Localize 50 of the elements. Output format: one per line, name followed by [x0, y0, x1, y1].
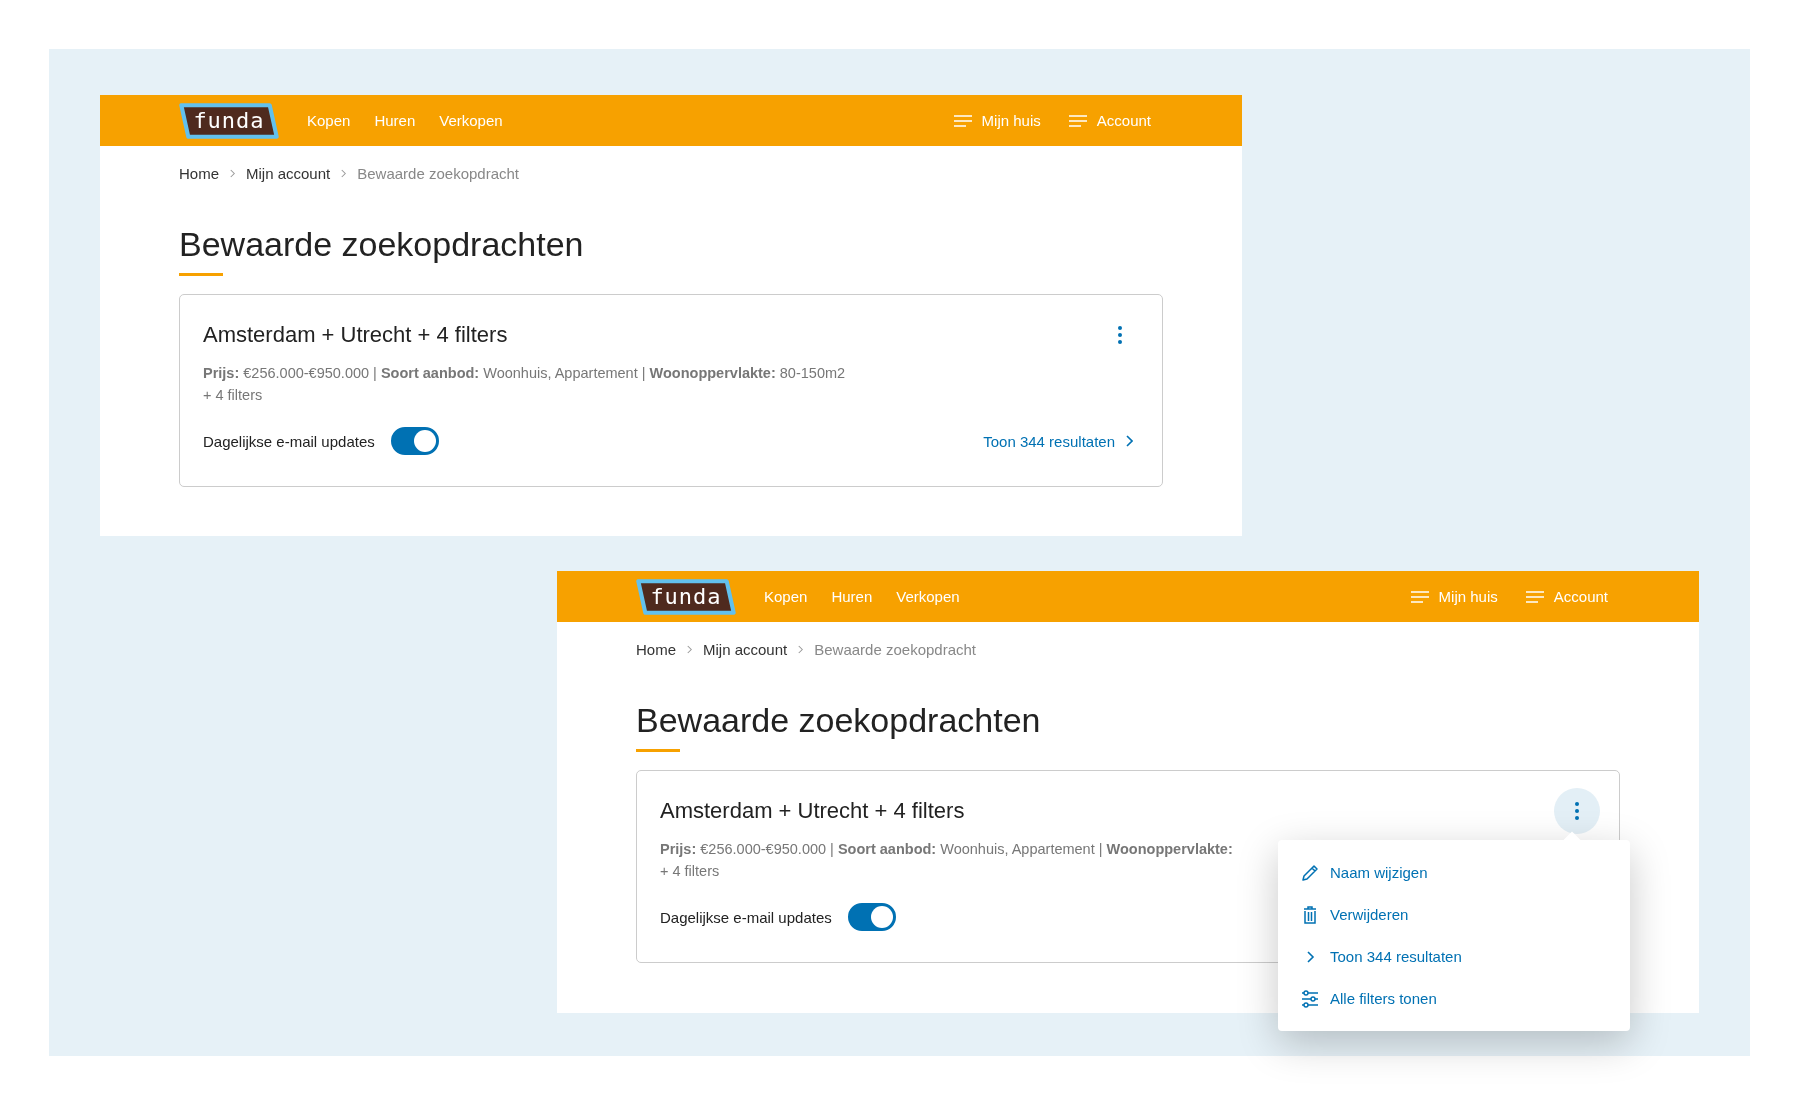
- nav-link[interactable]: Verkopen: [439, 112, 503, 129]
- more-icon: [1575, 801, 1579, 821]
- nav-link[interactable]: Account: [1096, 112, 1151, 129]
- sliders-icon: [1300, 988, 1320, 1009]
- menu-icon: [1525, 590, 1544, 603]
- email-updates-label: Dagelijkse e-mail updates: [660, 908, 832, 926]
- filter-count: + 4 filters: [660, 863, 720, 879]
- chevron-right-icon: [229, 168, 236, 178]
- title-underline: [179, 273, 223, 276]
- filter-summary: Prijs: €256.000-€950.000 | Soort aanbod: Woonhuis, Appartement | Woonoppervlakte: 80-150m2: [203, 365, 846, 381]
- breadcrumb-link[interactable]: Home: [636, 640, 676, 658]
- logo: funda: [636, 578, 736, 615]
- page-title: Bewaarde zoekopdrachten: [636, 700, 1042, 740]
- chevron-right-icon: [797, 644, 805, 654]
- menu-item[interactable]: Naam wijzigen: [1330, 864, 1428, 881]
- menu-item[interactable]: Verwijderen: [1330, 906, 1409, 923]
- pencil-icon: [1300, 862, 1320, 883]
- breadcrumb-link[interactable]: Home: [179, 164, 219, 182]
- logo: funda: [179, 102, 279, 139]
- toggle-switch[interactable]: [847, 903, 896, 931]
- menu-icon: [1410, 590, 1429, 603]
- results-link[interactable]: Toon 344 resultaten: [983, 432, 1133, 450]
- toggle-switch[interactable]: [390, 427, 439, 455]
- nav-link[interactable]: Account: [1553, 588, 1608, 605]
- nav-link[interactable]: Kopen: [307, 112, 351, 129]
- search-title: Amsterdam + Utrecht + 4 filters: [203, 322, 508, 348]
- breadcrumb-current: Bewaarde zoekopdracht: [357, 164, 519, 182]
- breadcrumb-link[interactable]: Mijn account: [703, 640, 788, 658]
- breadcrumb-link[interactable]: Mijn account: [246, 164, 331, 182]
- email-updates-label: Dagelijkse e-mail updates: [203, 432, 375, 450]
- chevron-right-icon: [686, 644, 693, 654]
- menu-item[interactable]: Toon 344 resultaten: [1330, 948, 1462, 965]
- menu-item[interactable]: Alle filters tonen: [1330, 990, 1437, 1007]
- menu-icon: [1068, 114, 1087, 127]
- nav-link[interactable]: Kopen: [764, 588, 808, 605]
- more-icon: [1118, 325, 1122, 345]
- nav-link[interactable]: Mijn huis: [981, 112, 1041, 129]
- menu-icon: [953, 114, 972, 127]
- chevron-right-icon: [340, 168, 348, 178]
- breadcrumb-current: Bewaarde zoekopdracht: [814, 640, 976, 658]
- filter-summary: Prijs: €256.000-€950.000 | Soort aanbod: Woonhuis, Appartement | Woonoppervlakte:: [660, 841, 1233, 857]
- nav-link[interactable]: Mijn huis: [1438, 588, 1498, 605]
- search-title: Amsterdam + Utrecht + 4 filters: [660, 798, 965, 824]
- chevron-right-icon: [1125, 435, 1133, 447]
- nav-link[interactable]: Huren: [374, 112, 416, 129]
- nav-link[interactable]: Verkopen: [896, 588, 960, 605]
- title-underline: [636, 749, 680, 752]
- page-title: Bewaarde zoekopdrachten: [179, 224, 585, 264]
- filter-count: + 4 filters: [203, 387, 263, 403]
- nav-link[interactable]: Huren: [831, 588, 873, 605]
